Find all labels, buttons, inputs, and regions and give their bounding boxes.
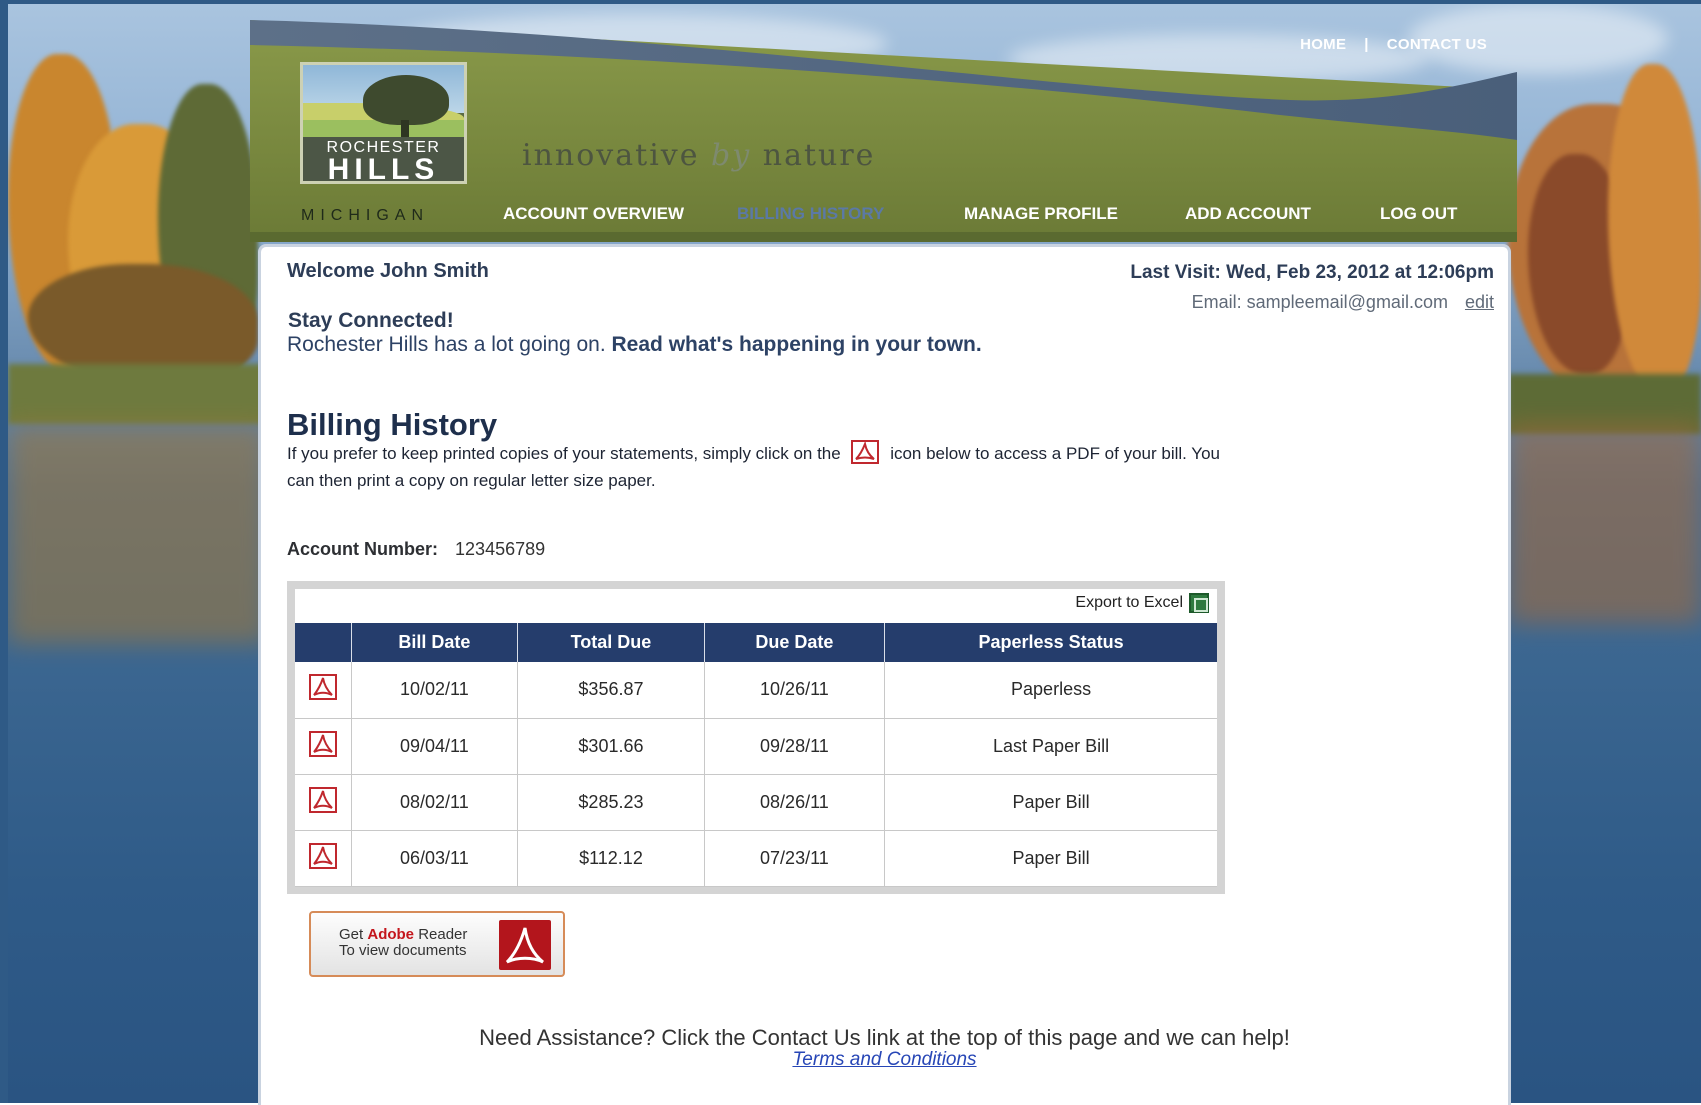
billing-table-container: Export to Excel Bill Date Total Due Due … <box>287 581 1225 894</box>
nav-log-out[interactable]: LOG OUT <box>1380 204 1457 224</box>
whats-happening-link[interactable]: Read what's happening in your town. <box>612 333 982 356</box>
stay-connected-text: Rochester Hills has a lot going on. Read… <box>287 333 982 357</box>
due-date-cell: 07/23/11 <box>704 830 886 887</box>
table-row: 06/03/11 $112.12 07/23/11 Paper Bill <box>295 830 1217 887</box>
billing-desc-part1: If you prefer to keep printed copies of … <box>287 444 841 463</box>
tagline-innovative: innovative <box>522 138 700 173</box>
logo-emblem: ROCHESTER HILLS <box>300 62 467 186</box>
account-number-row: Account Number: 123456789 <box>287 539 545 560</box>
adobe-brand-label: Adobe <box>367 926 415 943</box>
tagline-by: by <box>711 138 752 173</box>
total-due-cell: $285.23 <box>517 774 705 831</box>
table-row: 09/04/11 $301.66 09/28/11 Last Paper Bil… <box>295 718 1217 775</box>
stay-connected-title: Stay Connected! <box>288 309 454 332</box>
bill-date-cell: 10/02/11 <box>351 662 519 719</box>
pdf-cell <box>295 774 352 831</box>
nav-add-account[interactable]: ADD ACCOUNT <box>1185 204 1311 224</box>
email-address: Email: sampleemail@gmail.com <box>1191 292 1448 312</box>
adobe-reader-label: Reader <box>414 926 468 943</box>
total-due-cell: $356.87 <box>517 662 705 719</box>
excel-icon <box>1189 593 1209 613</box>
pdf-icon[interactable] <box>308 674 337 705</box>
billing-description: If you prefer to keep printed copies of … <box>287 440 1247 492</box>
pdf-icon[interactable] <box>308 786 337 818</box>
logo-text-hills: HILLS <box>327 153 440 186</box>
total-due-cell: $301.66 <box>517 718 705 775</box>
column-header-total-due[interactable]: Total Due <box>517 623 705 662</box>
tagline: innovative by nature <box>522 138 875 173</box>
bill-date-cell: 08/02/11 <box>351 774 519 831</box>
column-header-pdf <box>295 623 352 662</box>
paperless-status-cell: Paper Bill <box>884 830 1217 887</box>
pdf-cell <box>295 718 352 775</box>
get-adobe-reader-button[interactable]: Get Adobe Reader To view documents <box>309 911 565 977</box>
rochester-hills-logo[interactable]: ROCHESTER HILLS MICHIGAN <box>295 62 475 227</box>
contact-us-link[interactable]: CONTACT US <box>1387 36 1487 53</box>
tagline-nature: nature <box>762 138 876 173</box>
billing-table-inner: Export to Excel Bill Date Total Due Due … <box>295 589 1217 887</box>
email-line: Email: sampleemail@gmail.com edit <box>1192 292 1494 313</box>
pdf-cell <box>295 662 352 719</box>
adobe-reader-text: Get Adobe Reader To view documents <box>339 927 467 959</box>
column-header-due-date[interactable]: Due Date <box>704 623 886 662</box>
site-header: HOME | CONTACT US ROCHESTER HILLS MICHIG… <box>250 20 1517 242</box>
pdf-icon[interactable] <box>308 842 337 874</box>
page-title: Billing History <box>287 407 498 442</box>
paperless-status-cell: Paperless <box>884 662 1217 719</box>
pdf-icon[interactable] <box>308 730 337 762</box>
nav-billing-history[interactable]: BILLING HISTORY <box>737 204 884 224</box>
tree-icon <box>363 75 449 125</box>
adobe-view-documents-label: To view documents <box>339 942 467 959</box>
terms-row: Terms and Conditions <box>261 1049 1508 1071</box>
nav-manage-profile[interactable]: MANAGE PROFILE <box>964 204 1118 224</box>
assistance-text: Need Assistance? Click the Contact Us li… <box>479 1025 1290 1050</box>
edit-email-link[interactable]: edit <box>1465 292 1494 312</box>
paperless-status-cell: Last Paper Bill <box>884 718 1217 775</box>
account-number-value: 123456789 <box>455 539 546 559</box>
welcome-text: Welcome John Smith <box>287 260 489 282</box>
account-number-label: Account Number: <box>287 539 439 559</box>
pdf-icon <box>851 440 880 470</box>
export-to-excel-button[interactable]: Export to Excel <box>1075 593 1209 613</box>
adobe-get-label: Get <box>339 926 368 943</box>
bill-date-cell: 09/04/11 <box>351 718 519 775</box>
table-row: 10/02/11 $356.87 10/26/11 Paperless <box>295 662 1217 719</box>
due-date-cell: 10/26/11 <box>704 662 886 719</box>
top-links-separator: | <box>1364 36 1369 53</box>
adobe-reader-icon <box>499 920 551 970</box>
export-to-excel-label: Export to Excel <box>1075 594 1183 611</box>
terms-and-conditions-link[interactable]: Terms and Conditions <box>792 1049 976 1070</box>
billing-table: Bill Date Total Due Due Date Paperless S… <box>295 623 1217 887</box>
due-date-cell: 08/26/11 <box>704 774 886 831</box>
table-header-row: Bill Date Total Due Due Date Paperless S… <box>295 623 1217 662</box>
due-date-cell: 09/28/11 <box>704 718 886 775</box>
total-due-cell: $112.12 <box>517 830 705 887</box>
nav-account-overview[interactable]: ACCOUNT OVERVIEW <box>503 204 684 224</box>
table-row: 08/02/11 $285.23 08/26/11 Paper Bill <box>295 774 1217 831</box>
content-panel: Welcome John Smith Last Visit: Wed, Feb … <box>258 244 1511 1105</box>
last-visit: Last Visit: Wed, Feb 23, 2012 at 12:06pm <box>1130 262 1494 283</box>
home-link[interactable]: HOME <box>1300 36 1346 53</box>
column-header-bill-date[interactable]: Bill Date <box>351 623 519 662</box>
top-links: HOME | CONTACT US <box>1300 36 1487 53</box>
paperless-status-cell: Paper Bill <box>884 774 1217 831</box>
main-nav: ACCOUNT OVERVIEW BILLING HISTORY MANAGE … <box>250 204 1517 234</box>
bill-date-cell: 06/03/11 <box>351 830 519 887</box>
column-header-paperless-status[interactable]: Paperless Status <box>884 623 1217 662</box>
stay-connected-body: Rochester Hills has a lot going on. <box>287 333 606 356</box>
pdf-cell <box>295 830 352 887</box>
